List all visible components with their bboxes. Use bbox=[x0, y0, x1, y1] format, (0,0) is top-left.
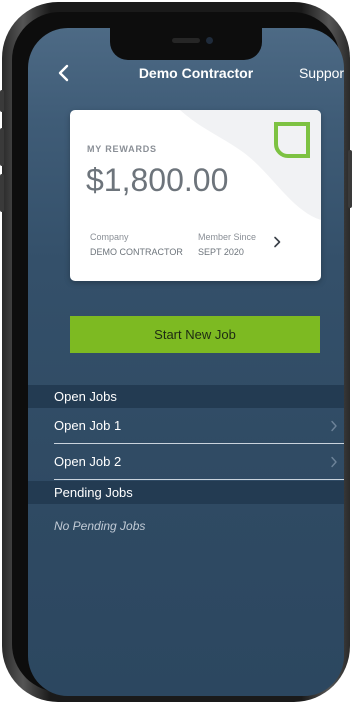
front-camera bbox=[206, 37, 213, 44]
list-item-open-job-2[interactable]: Open Job 2 bbox=[28, 444, 344, 480]
start-new-job-button[interactable]: Start New Job bbox=[70, 316, 320, 353]
phone-frame: Demo Contractor Support MY REWARDS $1,80… bbox=[0, 2, 352, 702]
home-indicator bbox=[136, 682, 236, 686]
chevron-right-icon bbox=[331, 420, 337, 432]
member-since-value: SEPT 2020 bbox=[198, 247, 244, 257]
list-item-label: Open Job 1 bbox=[54, 418, 122, 433]
side-button-power bbox=[348, 150, 352, 208]
side-button-mute bbox=[0, 90, 4, 112]
phone-bezel: Demo Contractor Support MY REWARDS $1,80… bbox=[12, 12, 344, 696]
pending-jobs-header: Pending Jobs bbox=[28, 481, 344, 504]
navigation-bar: Demo Contractor Support bbox=[28, 60, 344, 88]
company-value: DEMO CONTRACTOR bbox=[90, 247, 183, 257]
phone-notch bbox=[110, 28, 262, 60]
support-link[interactable]: Support bbox=[299, 65, 344, 81]
rewards-label: MY REWARDS bbox=[87, 144, 157, 154]
rewards-card[interactable]: MY REWARDS $1,800.00 Company DEMO CONTRA… bbox=[70, 110, 321, 281]
member-since-label: Member Since bbox=[198, 232, 257, 242]
side-button-volume-down bbox=[0, 174, 4, 212]
list-item-open-job-1[interactable]: Open Job 1 bbox=[28, 408, 344, 444]
row-divider bbox=[54, 479, 344, 480]
chevron-right-icon bbox=[274, 236, 281, 248]
rewards-balance: $1,800.00 bbox=[86, 162, 229, 198]
page-title: Demo Contractor bbox=[138, 65, 254, 81]
open-jobs-header: Open Jobs bbox=[28, 385, 344, 408]
app-screen: Demo Contractor Support MY REWARDS $1,80… bbox=[28, 28, 344, 696]
back-button[interactable] bbox=[54, 62, 76, 84]
list-item-label: Open Job 2 bbox=[54, 454, 122, 469]
chevron-right-icon bbox=[331, 456, 337, 468]
chevron-left-icon bbox=[58, 64, 69, 82]
company-label: Company bbox=[90, 232, 129, 242]
side-button-volume-up bbox=[0, 128, 4, 166]
pending-jobs-empty-text: No Pending Jobs bbox=[54, 519, 146, 533]
speaker-grille bbox=[172, 38, 200, 43]
brand-logo-icon bbox=[274, 122, 310, 158]
